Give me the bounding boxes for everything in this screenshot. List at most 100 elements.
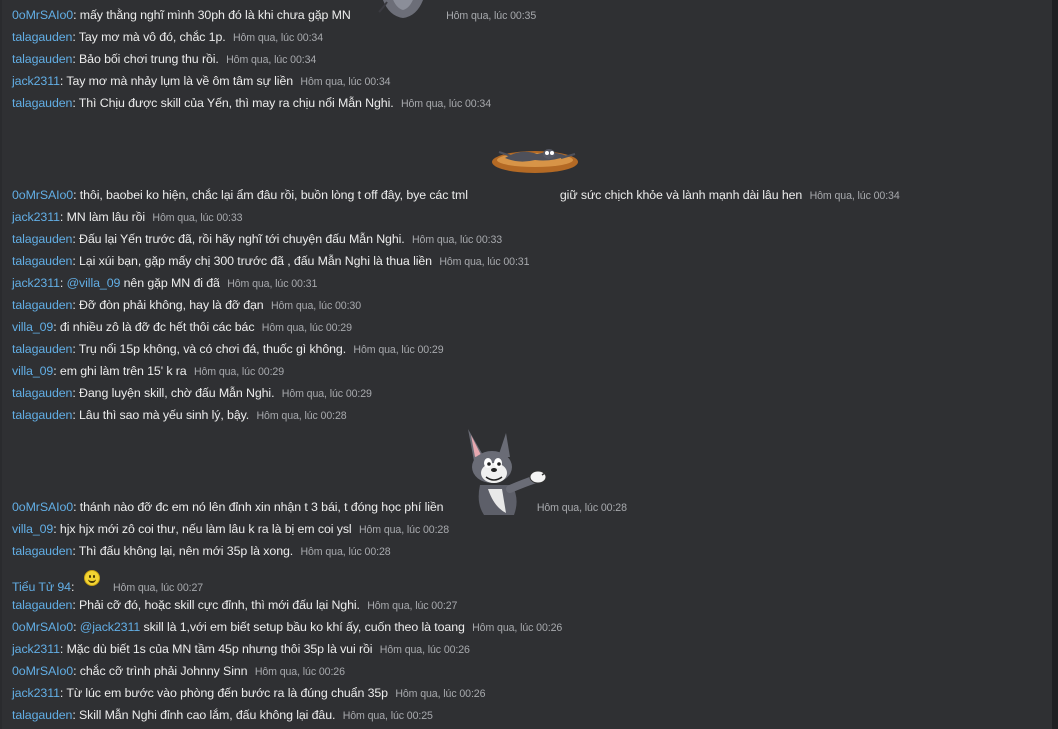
message-text: nên gặp MN đi đã bbox=[123, 276, 220, 290]
timestamp: Hôm qua, lúc 00:28 bbox=[536, 502, 627, 514]
message-text: hjx hjx mới zô coi thư, nếu làm lâu k ra… bbox=[59, 522, 352, 536]
username[interactable]: talagauden bbox=[12, 52, 72, 66]
message-text: Bảo bối chơi trung thu rồi. bbox=[79, 52, 219, 66]
chat-message: talagauden: Thì Chịu được skill của Yến,… bbox=[12, 96, 492, 110]
username[interactable]: jack2311 bbox=[12, 210, 60, 224]
chat-message: talagauden: Phải cỡ đó, hoặc skill cực đ… bbox=[12, 598, 458, 612]
message-text: Thì Chịu được skill của Yến, thì may ra … bbox=[78, 96, 394, 110]
timestamp: Hôm qua, lúc 00:29 bbox=[281, 388, 372, 400]
username[interactable]: Tiểu Tử 94 bbox=[12, 580, 71, 594]
timestamp: Hôm qua, lúc 00:31 bbox=[227, 278, 318, 290]
chat-message: jack2311: MN làm lâu rồi Hôm qua, lúc 00… bbox=[12, 210, 243, 224]
timestamp: Hôm qua, lúc 00:27 bbox=[367, 600, 458, 612]
username[interactable]: talagauden bbox=[12, 30, 72, 44]
username[interactable]: villa_09 bbox=[12, 320, 53, 334]
message-text: Mặc dù biết 1s của MN tầm 45p nhưng thôi… bbox=[66, 642, 373, 656]
username[interactable]: talagauden bbox=[12, 342, 72, 356]
chat-message: talagauden: Bảo bối chơi trung thu rồi. … bbox=[12, 52, 317, 66]
timestamp: Hôm qua, lúc 00:33 bbox=[152, 212, 243, 224]
username[interactable]: jack2311 bbox=[12, 642, 60, 656]
username[interactable]: villa_09 bbox=[12, 364, 53, 378]
chat-log: 0oMrSAIo0: mấy thằng nghĩ mình 30ph đó l… bbox=[0, 0, 1054, 729]
message-text: chắc cỡ trình phải Johnny Sinn bbox=[79, 664, 248, 678]
message-text: mấy thằng nghĩ mình 30ph đó là khi chưa … bbox=[79, 8, 351, 22]
message-text: em ghi làm trên 15' k ra bbox=[59, 364, 187, 378]
chat-message: jack2311: @villa_09 nên gặp MN đi đã Hôm… bbox=[12, 276, 318, 290]
message-text: đi nhiều zô là đỡ đc hết thôi các bác bbox=[59, 320, 255, 334]
chat-message: talagauden: Tay mơ mà vô đó, chắc 1p. Hô… bbox=[12, 30, 324, 44]
username[interactable]: villa_09 bbox=[12, 522, 53, 536]
timestamp: Hôm qua, lúc 00:29 bbox=[261, 322, 352, 334]
username[interactable]: talagauden bbox=[12, 96, 72, 110]
timestamp: Hôm qua, lúc 00:34 bbox=[226, 54, 317, 66]
username[interactable]: 0oMrSAIo0 bbox=[12, 8, 73, 22]
username[interactable]: talagauden bbox=[12, 232, 72, 246]
chat-message: talagauden: Skill Mẫn Nghi đỉnh cao lắm,… bbox=[12, 708, 433, 722]
chat-message: talagauden: Thì đấu không lại, nên mới 3… bbox=[12, 544, 391, 558]
chat-message: talagauden: Lâu thì sao mà yếu sinh lý, … bbox=[12, 408, 347, 422]
message-text: Phải cỡ đó, hoặc skill cực đỉnh, thì mới… bbox=[79, 598, 360, 612]
timestamp: Hôm qua, lúc 00:29 bbox=[193, 366, 285, 378]
chat-message: talagauden: Đang luyện skill, chờ đấu Mẫ… bbox=[12, 386, 372, 400]
chat-message: villa_09: em ghi làm trên 15' k ra Hôm q… bbox=[12, 364, 285, 378]
message-text: Đang luyện skill, chờ đấu Mẫn Nghi. bbox=[79, 386, 275, 400]
chat-message: 0oMrSAIo0: chắc cỡ trình phải Johnny Sin… bbox=[12, 664, 345, 678]
timestamp: Hôm qua, lúc 00:34 bbox=[400, 98, 492, 110]
username[interactable]: jack2311 bbox=[12, 686, 60, 700]
chat-message: 0oMrSAIo0: thôi, baobei ko hiện, chắc lạ… bbox=[12, 188, 900, 202]
timestamp: Hôm qua, lúc 00:26 bbox=[379, 644, 470, 656]
message-text: Tay mơ mà nhảy lụm là về ôm tâm sự liền bbox=[66, 74, 294, 88]
chat-message: jack2311: Từ lúc em bước vào phòng đến b… bbox=[12, 686, 486, 700]
timestamp: Hôm qua, lúc 00:34 bbox=[232, 32, 324, 44]
username[interactable]: talagauden bbox=[12, 408, 72, 422]
chat-message: villa_09: đi nhiều zô là đỡ đc hết thôi … bbox=[12, 320, 352, 334]
username[interactable]: 0oMrSAIo0 bbox=[12, 500, 73, 514]
message-text: thánh nào đỡ đc em nó lên đỉnh xin nhận … bbox=[79, 500, 444, 514]
message-text: Đỡ đòn phải không, hay là đỡ đạn bbox=[79, 298, 264, 312]
username[interactable]: talagauden bbox=[12, 708, 72, 722]
username[interactable]: 0oMrSAIo0 bbox=[12, 620, 73, 634]
timestamp: Hôm qua, lúc 00:34 bbox=[809, 190, 900, 202]
username[interactable]: talagauden bbox=[12, 544, 72, 558]
timestamp: Hôm qua, lúc 00:33 bbox=[411, 234, 503, 246]
chat-message: talagauden: Đấu lại Yến trước đã, rồi hã… bbox=[12, 232, 503, 246]
username[interactable]: jack2311 bbox=[12, 74, 60, 88]
username[interactable]: talagauden bbox=[12, 298, 72, 312]
flattened-tom-sticker bbox=[491, 142, 579, 176]
message-text: Skill Mẫn Nghi đỉnh cao lắm, đấu không l… bbox=[79, 708, 336, 722]
mention-link[interactable]: @jack2311 bbox=[80, 620, 140, 634]
chat-message: talagauden: Lại xúi bạn, gặp mấy chị 300… bbox=[12, 254, 530, 268]
username[interactable]: 0oMrSAIo0 bbox=[12, 188, 73, 202]
message-text: Từ lúc em bước vào phòng đến bước ra là … bbox=[66, 686, 388, 700]
chat-message: 0oMrSAIo0: thánh nào đỡ đc em nó lên đỉn… bbox=[12, 500, 627, 514]
username[interactable]: jack2311 bbox=[12, 276, 60, 290]
timestamp: Hôm qua, lúc 00:28 bbox=[358, 524, 450, 536]
message-text: MN làm lâu rồi bbox=[66, 210, 146, 224]
message-text: thôi, baobei ko hiện, chắc lại ẩm đâu rồ… bbox=[79, 188, 468, 202]
chat-message: jack2311: Mặc dù biết 1s của MN tầm 45p … bbox=[12, 642, 470, 656]
username[interactable]: 0oMrSAIo0 bbox=[12, 664, 73, 678]
timestamp: Hôm qua, lúc 00:28 bbox=[256, 410, 347, 422]
username[interactable]: talagauden bbox=[12, 386, 72, 400]
chat-message: jack2311: Tay mơ mà nhảy lụm là về ôm tâ… bbox=[12, 74, 391, 88]
timestamp: Hôm qua, lúc 00:27 bbox=[112, 582, 204, 594]
chat-message: 0oMrSAIo0: mấy thằng nghĩ mình 30ph đó l… bbox=[12, 8, 537, 22]
timestamp: Hôm qua, lúc 00:35 bbox=[446, 10, 537, 22]
username[interactable]: talagauden bbox=[12, 254, 72, 268]
username[interactable]: talagauden bbox=[12, 598, 72, 612]
timestamp: Hôm qua, lúc 00:34 bbox=[300, 76, 391, 88]
chat-message: Tiểu Tử 94: Hôm qua, lúc 00:27 bbox=[12, 570, 204, 596]
message-text: Thì đấu không lại, nên mới 35p là xong. bbox=[78, 544, 294, 558]
scrollbar[interactable] bbox=[1052, 0, 1058, 729]
timestamp: Hôm qua, lúc 00:26 bbox=[254, 666, 345, 678]
message-text: Tay mơ mà vô đó, chắc 1p. bbox=[78, 30, 226, 44]
timestamp: Hôm qua, lúc 00:29 bbox=[353, 344, 444, 356]
timestamp: Hôm qua, lúc 00:25 bbox=[342, 710, 433, 722]
message-text: skill là 1,với em biết setup bầu ko khí … bbox=[143, 620, 465, 634]
timestamp: Hôm qua, lúc 00:30 bbox=[270, 300, 362, 312]
timestamp: Hôm qua, lúc 00:26 bbox=[472, 622, 563, 634]
message-text: Trụ nổi 15p không, và có chơi đá, thuốc … bbox=[78, 342, 347, 356]
mention-link[interactable]: @villa_09 bbox=[67, 276, 121, 290]
message-text: Lâu thì sao mà yếu sinh lý, bậy. bbox=[79, 408, 250, 422]
chat-message: 0oMrSAIo0: @jack2311 skill là 1,với em b… bbox=[12, 620, 563, 634]
